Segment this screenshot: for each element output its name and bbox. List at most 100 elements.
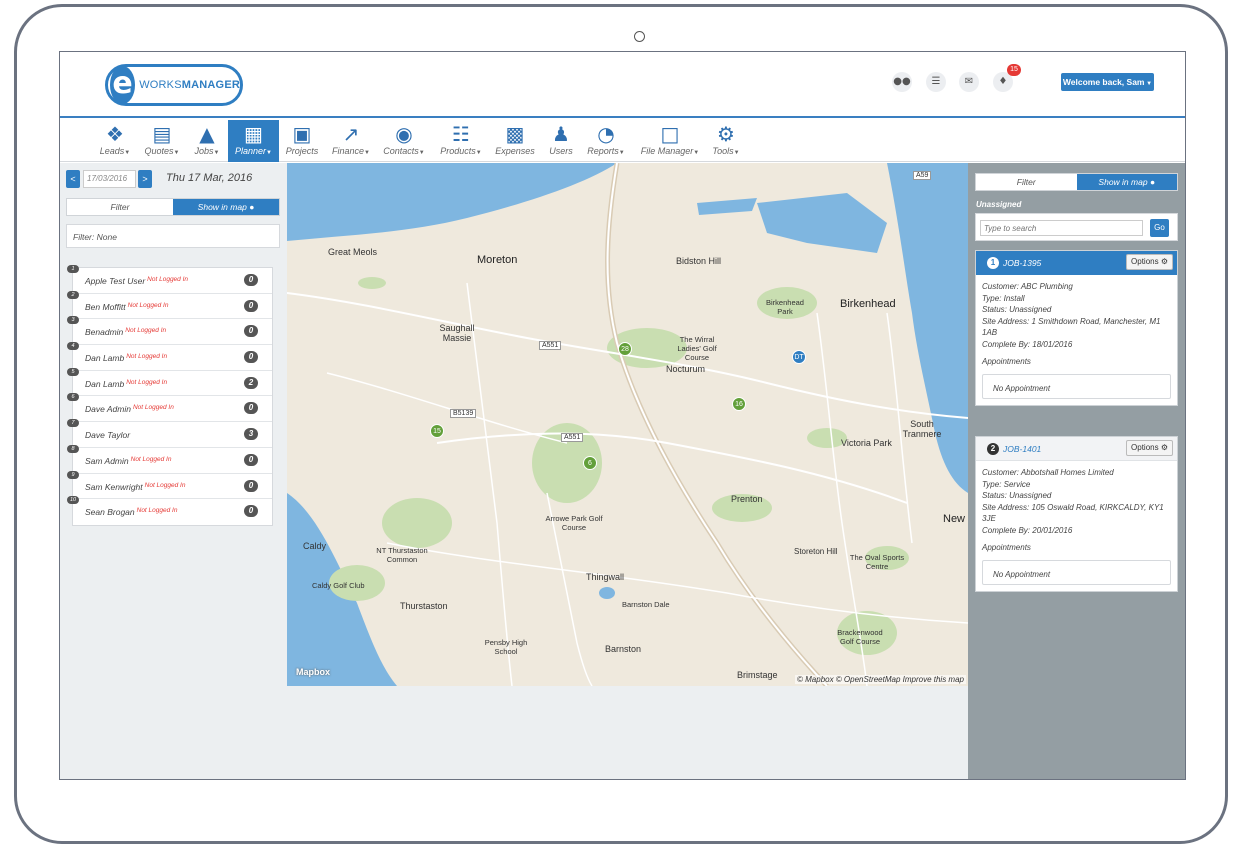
nav-reports[interactable]: ◔ Reports▼: [584, 120, 628, 162]
user-status: Not Logged In: [136, 507, 178, 515]
map-cluster-marker[interactable]: 6: [583, 456, 597, 470]
pdf-icon: □: [660, 122, 680, 146]
map-attribution[interactable]: © Mapbox © OpenStreetMap Improve this ma…: [795, 675, 966, 684]
job-status: Status: Unassigned: [982, 491, 1052, 500]
job-address: Site Address: 1 Smithdown Road, Manchest…: [982, 316, 1161, 338]
nav-leads[interactable]: ❖ Leads▼: [95, 120, 135, 162]
map-view[interactable]: Moreton Bidston Hill Birkenhead Great Me…: [287, 163, 968, 686]
job-details: Customer: ABC Plumbing Type: Install Sta…: [976, 275, 1177, 405]
user-name: Dave Taylor: [85, 430, 131, 441]
logo-e-mark: e: [110, 66, 136, 104]
map-place-label: New: [943, 513, 966, 525]
user-status: Not Logged In: [147, 276, 189, 283]
user-row[interactable]: 3 Benadmin Not Logged In 0: [67, 316, 272, 346]
job-id-link[interactable]: JOB-1401: [1003, 444, 1041, 454]
calculator-icon: ▩: [505, 122, 525, 146]
camera-dot: [634, 31, 645, 42]
job-address: Site Address: 105 Oswald Road, KIRKCALDY…: [982, 502, 1164, 524]
job-type: Type: Service: [982, 479, 1031, 489]
job-customer: Customer: Abbotshall Homes Limited: [982, 468, 1114, 477]
nav-jobs[interactable]: ▲ Jobs▼: [187, 120, 227, 162]
user-row[interactable]: 2 Ben Moffitt Not Logged In 0: [67, 290, 272, 320]
prev-day-button[interactable]: <: [66, 170, 80, 188]
map-cluster-marker[interactable]: 15: [430, 424, 444, 438]
road-shield: A59: [913, 171, 932, 180]
job-complete-by: Complete By: 18/01/2016: [982, 339, 1073, 349]
user-row[interactable]: 9 Sam Kenwright Not Logged In 0: [67, 470, 272, 500]
unassigned-panel: Filter Show in map ● Unassigned Go 1 JOB…: [968, 163, 1185, 779]
map-place-label: Arrowe Park Golf Course: [545, 514, 603, 532]
user-index: 8: [67, 444, 79, 453]
nav-planner[interactable]: ▦ Planner▼: [228, 120, 279, 162]
user-index: 10: [67, 496, 79, 505]
nav-products[interactable]: ☷ Products▼: [436, 120, 486, 162]
user-row[interactable]: 7 Dave Taylor 3: [67, 419, 272, 448]
show-in-map-tab[interactable]: Show in map ●: [173, 199, 279, 215]
user-row[interactable]: 10 Sean Brogan Not Logged In 0: [67, 496, 272, 525]
user-index: 9: [67, 470, 79, 479]
sidebar-filter-tab[interactable]: Filter: [976, 174, 1077, 190]
search-go-button[interactable]: Go: [1150, 219, 1169, 237]
user-row[interactable]: 1 Apple Test User Not Logged In 0: [67, 265, 272, 294]
nav-tools[interactable]: ⚙ Tools▼: [708, 120, 744, 162]
nav-label: Tools: [712, 146, 734, 156]
nav-quotes[interactable]: ▤ Quotes▼: [140, 120, 184, 162]
map-place-label: Moreton: [477, 254, 518, 266]
options-label: Options: [1131, 443, 1159, 452]
map-cluster-marker[interactable]: 16: [732, 397, 746, 411]
date-navigator: < 17/03/2016 > Thu 17 Mar, 2016: [66, 170, 286, 190]
view-toggle: Filter Show in map ●: [66, 198, 280, 216]
map-place-label: Brackenwood Golf Course: [837, 628, 883, 646]
pin-icon: ❖: [106, 122, 124, 146]
gear-icon: ⚙: [1160, 443, 1168, 452]
welcome-user-menu[interactable]: Welcome back, Sam ▼: [1061, 73, 1154, 91]
app-logo[interactable]: e WORKSMANAGER: [105, 64, 243, 106]
job-card-header: 2 JOB-1401 Options ⚙: [976, 437, 1177, 461]
users-icon: ♟: [552, 122, 570, 146]
nav-projects[interactable]: ▣ Projects: [282, 120, 322, 162]
user-row[interactable]: 5 Dan Lamb Not Logged In 2: [67, 367, 272, 397]
logo-works: WORKS: [139, 79, 182, 91]
job-count-badge: 0: [244, 351, 258, 364]
nav-contacts[interactable]: ◉ Contacts▼: [380, 120, 428, 162]
nav-users[interactable]: ♟ Users: [544, 120, 578, 162]
job-id-link[interactable]: JOB-1395: [1003, 258, 1041, 268]
nav-finance[interactable]: ↗ Finance▼: [329, 120, 373, 162]
document-icon: ▤: [152, 122, 172, 146]
map-place-label: Brimstage: [737, 670, 778, 680]
job-card: 2 JOB-1401 Options ⚙ Customer: Abbotshal…: [975, 436, 1178, 592]
user-name: Apple Test User: [85, 276, 146, 286]
user-status: Not Logged In: [126, 378, 168, 386]
filter-tab[interactable]: Filter: [67, 199, 173, 215]
user-row[interactable]: 4 Dan Lamb Not Logged In 0: [67, 342, 272, 371]
job-options-button[interactable]: Options ⚙: [1126, 440, 1173, 456]
nav-label: Expenses: [495, 146, 535, 156]
cart-icon: ☷: [452, 122, 470, 146]
appointments-label: Appointments: [982, 543, 1031, 552]
date-field[interactable]: 17/03/2016: [83, 170, 136, 188]
users-icon[interactable]: ●●: [892, 72, 912, 92]
job-search-input[interactable]: [980, 220, 1143, 236]
nav-label: Jobs: [194, 146, 214, 156]
job-options-button[interactable]: Options ⚙: [1126, 254, 1173, 270]
nav-label: Leads: [99, 146, 125, 156]
user-row[interactable]: 8 Sam Admin Not Logged In 0: [67, 444, 272, 474]
sidebar-show-in-map-tab[interactable]: Show in map ●: [1076, 174, 1177, 190]
map-cluster-marker[interactable]: 28: [618, 342, 632, 356]
cogs-icon: ⚙: [717, 122, 735, 146]
list-icon[interactable]: ☰: [926, 72, 946, 92]
map-cluster-marker[interactable]: DT: [792, 350, 806, 364]
nav-label: Reports: [587, 146, 619, 156]
user-status: Not Logged In: [132, 404, 174, 412]
user-name: Dan Lamb: [85, 353, 125, 364]
nav-label: Products: [440, 146, 476, 156]
show-in-map-label: Show in map: [197, 202, 247, 212]
user-row[interactable]: 6 Dave Admin Not Logged In 0: [67, 393, 272, 423]
next-day-button[interactable]: >: [138, 170, 152, 188]
nav-label: Contacts: [383, 146, 419, 156]
nav-expenses[interactable]: ▩ Expenses: [492, 120, 538, 162]
chat-icon: ◉: [395, 122, 413, 146]
nav-file-manager[interactable]: □ File Manager▼: [635, 120, 705, 162]
map-place-label: Saughall Massie: [439, 323, 475, 343]
mail-icon[interactable]: ✉: [959, 72, 979, 92]
